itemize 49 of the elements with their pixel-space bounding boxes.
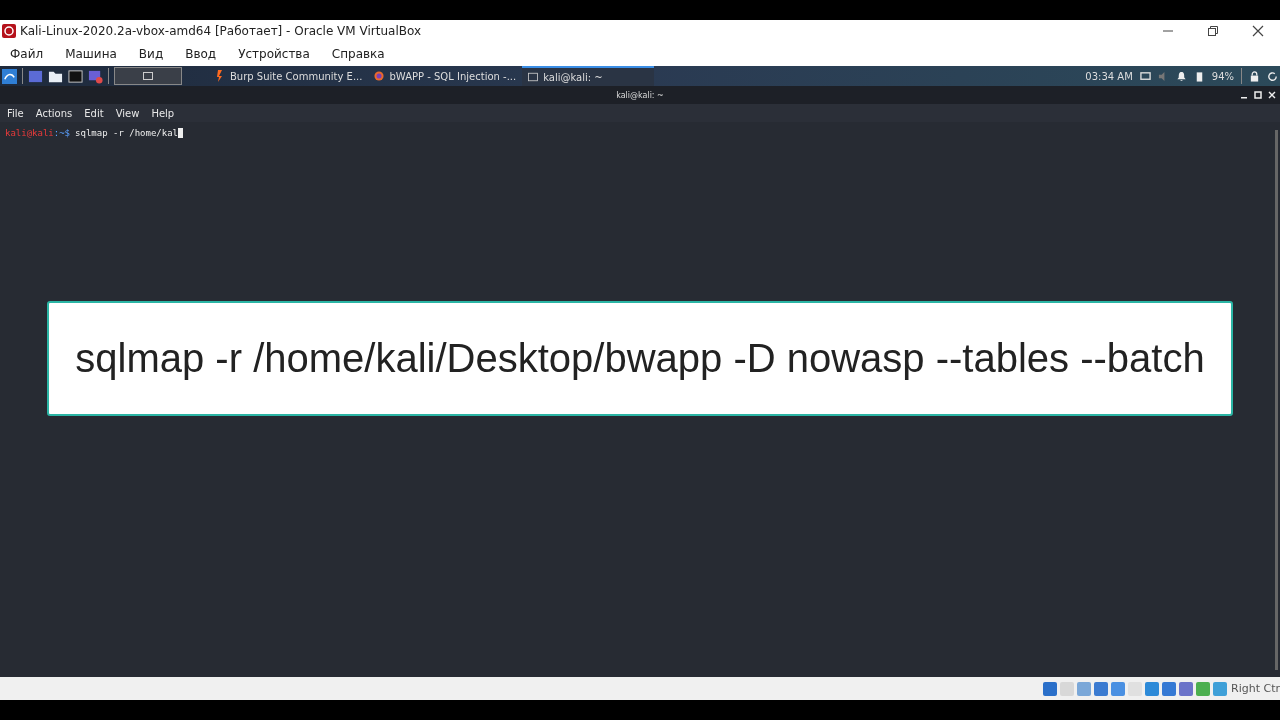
menu-item[interactable]: Вид <box>138 47 164 61</box>
menu-item[interactable]: Help <box>151 107 175 119</box>
menu-item[interactable]: Файл <box>10 47 44 61</box>
menu-item[interactable]: Ввод <box>185 47 217 61</box>
text-cursor <box>178 128 183 138</box>
taskbar-app[interactable]: kali@kali: ~ <box>522 66 655 86</box>
device-icon[interactable] <box>1111 681 1125 696</box>
desktop-icon[interactable] <box>28 68 43 84</box>
display-icon[interactable] <box>1139 70 1151 82</box>
terminal-icon <box>528 71 539 83</box>
caption-banner: sqlmap -r /home/kali/Desktop/bwapp -D nowasp --tables --batch <box>47 301 1233 416</box>
menu-item[interactable]: Справка <box>331 47 385 61</box>
prompt-path: :~$ <box>53 128 71 138</box>
lightning-icon <box>215 70 225 82</box>
menu-item[interactable]: Edit <box>84 107 104 119</box>
device-icon[interactable] <box>1094 681 1108 696</box>
restore-icon[interactable] <box>1207 25 1219 37</box>
bell-icon[interactable] <box>1175 70 1187 82</box>
window-title: Kali-Linux-2020.2a-vbox-amd64 [Работает] - Oracle VM VirtualBox <box>20 24 421 38</box>
device-icon[interactable] <box>1196 681 1210 696</box>
menu-item[interactable]: Устройства <box>238 47 310 61</box>
maximize-icon[interactable] <box>1254 91 1262 99</box>
clock: 03:34 AM <box>1085 70 1133 82</box>
menu-item[interactable]: File <box>7 107 24 119</box>
prompt-user: kali@kali <box>5 128 54 138</box>
menu-item[interactable]: Машина <box>65 47 117 61</box>
start-menu-icon[interactable] <box>2 68 17 84</box>
power-icon[interactable] <box>1267 70 1278 82</box>
terminal-title: kali@kali: ~ <box>616 90 664 100</box>
menu-item[interactable]: View <box>115 107 140 119</box>
lock-icon[interactable] <box>1249 70 1260 82</box>
battery-percent: 94% <box>1211 70 1234 82</box>
browser-icon <box>374 70 385 82</box>
device-icon[interactable] <box>1145 681 1159 696</box>
host-key-label: Right Ctr <box>1231 682 1280 695</box>
device-icon[interactable] <box>1179 681 1193 696</box>
scrollbar-thumb[interactable] <box>1275 130 1278 670</box>
workspace-button[interactable] <box>114 67 182 85</box>
taskbar-app[interactable]: bWAPP - SQL Injection -... <box>368 66 523 86</box>
taskbar-app[interactable]: Burp Suite Community E... <box>209 66 369 86</box>
device-icon[interactable] <box>1043 681 1057 696</box>
close-icon[interactable] <box>1252 25 1264 37</box>
window-icon <box>143 72 153 80</box>
terminal-icon[interactable] <box>68 68 83 84</box>
device-icon[interactable] <box>1162 681 1176 696</box>
command-text: sqlmap -r /home/kal <box>75 128 178 138</box>
menu-item[interactable]: Actions <box>35 107 73 119</box>
screen-icon[interactable] <box>88 68 103 84</box>
device-icon[interactable] <box>1213 681 1227 696</box>
